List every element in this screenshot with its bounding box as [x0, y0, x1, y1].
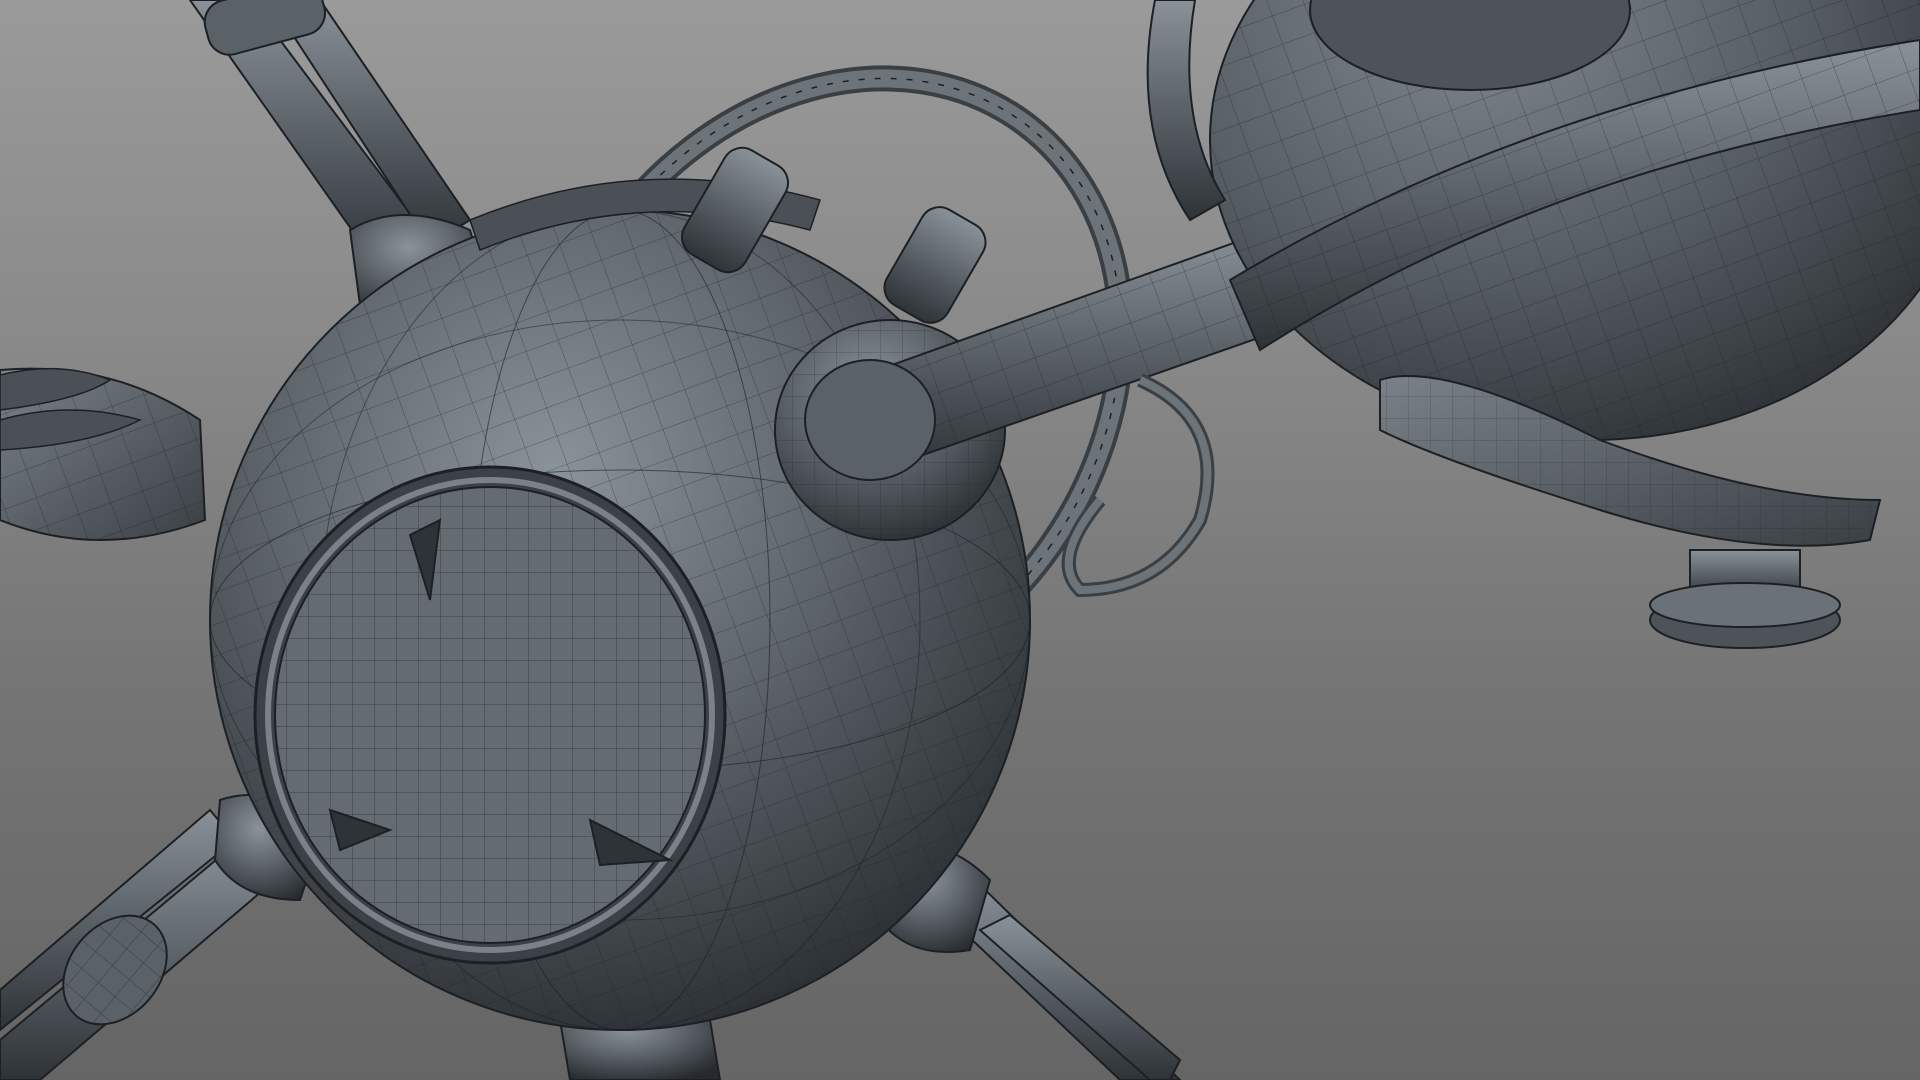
- left-fins: [0, 367, 207, 541]
- wireframe-model-render: [0, 0, 1920, 1080]
- 3d-viewport[interactable]: [0, 0, 1920, 1080]
- foot-disc: [1649, 549, 1841, 649]
- sphere-hatch: [253, 465, 727, 965]
